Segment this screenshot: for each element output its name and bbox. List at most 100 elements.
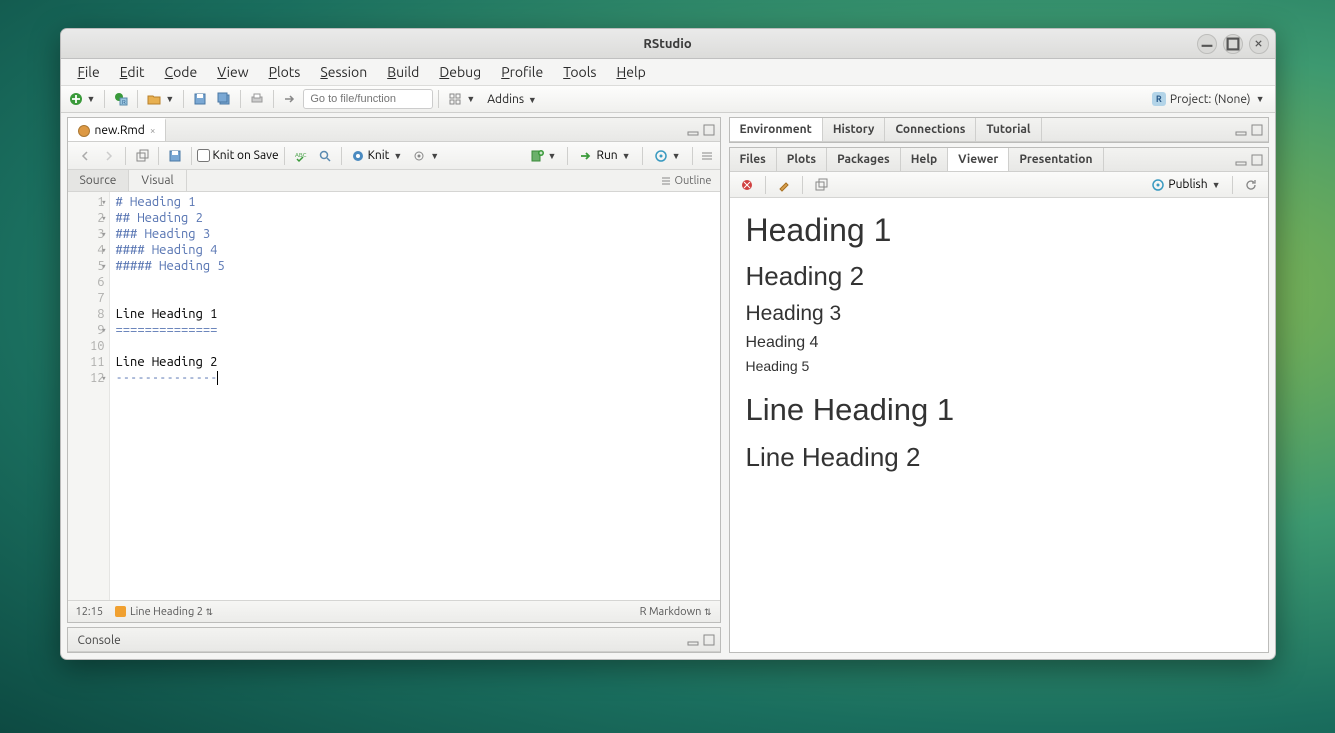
window-minimize-button[interactable]	[1197, 34, 1217, 54]
menu-view[interactable]: View	[208, 61, 257, 83]
viewer-content[interactable]: Heading 1 Heading 2 Heading 3 Heading 4 …	[730, 198, 1268, 652]
source-mode-tab[interactable]: Source	[68, 170, 130, 191]
menu-profile[interactable]: Profile	[492, 61, 552, 83]
spellcheck-button[interactable]: ABC	[290, 147, 312, 165]
code-line[interactable]: Line Heading 2	[116, 354, 714, 370]
code-line[interactable]: Line Heading 1	[116, 306, 714, 322]
tab-files[interactable]: Files	[730, 148, 777, 171]
close-tab-icon[interactable]: ×	[150, 125, 156, 136]
fold-chevron-icon[interactable]: ▾	[101, 370, 106, 386]
console-tab[interactable]: Console	[68, 628, 131, 652]
open-file-button[interactable]: ▼	[143, 88, 178, 110]
window-close-button[interactable]	[1249, 34, 1269, 54]
gutter-line: 4▾	[68, 242, 105, 258]
knit-button[interactable]: Knit ▼	[347, 147, 407, 165]
chunk-insert-icon	[530, 149, 544, 163]
fold-chevron-icon[interactable]: ▾	[101, 322, 106, 338]
publish-viewer-button[interactable]: Publish ▼	[1147, 176, 1224, 194]
menu-file[interactable]: File	[69, 61, 109, 83]
menu-session[interactable]: Session	[311, 61, 376, 83]
language-selector[interactable]: R Markdown ⇅	[640, 606, 712, 618]
show-in-new-window-button[interactable]	[131, 147, 153, 165]
run-button[interactable]: Run ▼	[575, 147, 634, 165]
section-nav[interactable]: Line Heading 2 ⇅	[130, 606, 213, 618]
tab-plots[interactable]: Plots	[777, 148, 827, 171]
menu-build[interactable]: Build	[378, 61, 428, 83]
menu-help[interactable]: Help	[607, 61, 654, 83]
fold-chevron-icon[interactable]: ▾	[101, 258, 106, 274]
find-button[interactable]	[314, 147, 336, 165]
code-line[interactable]: --------------	[116, 370, 714, 386]
pane-max-icon[interactable]	[702, 123, 716, 137]
save-all-button[interactable]	[213, 88, 235, 110]
refresh-viewer-button[interactable]	[1240, 176, 1262, 194]
pane-min-icon[interactable]	[686, 633, 700, 647]
outline-toggle-icon[interactable]	[700, 149, 714, 163]
menu-plots[interactable]: Plots	[260, 61, 310, 83]
code-line[interactable]: #### Heading 4	[116, 242, 714, 258]
code-line[interactable]	[116, 338, 714, 354]
print-button[interactable]	[246, 88, 268, 110]
source-toolbar: Knit on Save ABC Knit ▼ ▼	[68, 142, 720, 170]
outline-button[interactable]: Outline	[653, 170, 719, 191]
tab-connections[interactable]: Connections	[885, 118, 976, 141]
save-source-button[interactable]	[164, 147, 186, 165]
code-line[interactable]: # Heading 1	[116, 194, 714, 210]
code-content[interactable]: # Heading 1## Heading 2### Heading 3####…	[110, 192, 720, 600]
clear-viewer-button[interactable]	[773, 176, 795, 194]
tab-packages[interactable]: Packages	[827, 148, 901, 171]
publish-source-button[interactable]: ▼	[650, 147, 685, 165]
knit-on-save-checkbox[interactable]: Knit on Save	[197, 149, 279, 162]
fold-chevron-icon[interactable]: ▾	[101, 226, 106, 242]
popout-viewer-button[interactable]	[810, 176, 832, 194]
menu-debug[interactable]: Debug	[430, 61, 490, 83]
code-editor[interactable]: 1▾2▾3▾4▾5▾6789▾101112▾ # Heading 1## Hea…	[68, 192, 720, 600]
project-selector[interactable]: R Project: (None) ▼	[1152, 92, 1271, 106]
tab-history[interactable]: History	[823, 118, 886, 141]
code-line[interactable]	[116, 290, 714, 306]
gear-button[interactable]: ▼	[408, 147, 443, 165]
pane-min-icon[interactable]	[686, 123, 700, 137]
rendered-line-h2: Line Heading 2	[746, 442, 1252, 473]
menu-tools[interactable]: Tools	[554, 61, 605, 83]
tab-presentation[interactable]: Presentation	[1009, 148, 1103, 171]
fold-chevron-icon[interactable]: ▾	[101, 194, 106, 210]
pane-max-icon[interactable]	[1250, 153, 1264, 167]
visual-mode-tab[interactable]: Visual	[129, 170, 186, 191]
insert-chunk-button[interactable]: ▼	[526, 147, 561, 165]
gutter-line: 12▾	[68, 370, 105, 386]
code-line[interactable]: ##### Heading 5	[116, 258, 714, 274]
pane-min-icon[interactable]	[1234, 123, 1248, 137]
grid-button[interactable]: ▼	[444, 88, 479, 110]
pane-max-icon[interactable]	[702, 633, 716, 647]
menu-code[interactable]: Code	[156, 61, 207, 83]
nav-back-button[interactable]	[74, 147, 96, 165]
tab-environment[interactable]: Environment	[730, 118, 823, 141]
menu-edit[interactable]: Edit	[111, 61, 154, 83]
tab-tutorial[interactable]: Tutorial	[976, 118, 1041, 141]
remove-viewer-button[interactable]	[736, 176, 758, 194]
file-tab-new-rmd[interactable]: new.Rmd ×	[68, 118, 167, 141]
addins-menu[interactable]: Addins ▼	[487, 93, 536, 106]
window-maximize-button[interactable]	[1223, 34, 1243, 54]
new-project-button[interactable]: R	[110, 88, 132, 110]
nav-forward-button[interactable]	[98, 147, 120, 165]
code-line[interactable]: ==============	[116, 322, 714, 338]
new-file-button[interactable]: ▼	[65, 88, 100, 110]
tab-help[interactable]: Help	[901, 148, 948, 171]
goto-file-input[interactable]	[303, 89, 433, 109]
save-button[interactable]	[189, 88, 211, 110]
fold-chevron-icon[interactable]: ▾	[101, 242, 106, 258]
code-line[interactable]	[116, 274, 714, 290]
pane-min-icon[interactable]	[1234, 153, 1248, 167]
fold-chevron-icon[interactable]: ▾	[101, 210, 106, 226]
goto-forward-button[interactable]	[279, 88, 301, 110]
rendered-h3: Heading 3	[746, 302, 1252, 326]
gutter-line: 5▾	[68, 258, 105, 274]
tab-viewer[interactable]: Viewer	[948, 148, 1009, 171]
pane-max-icon[interactable]	[1250, 123, 1264, 137]
cursor-position: 12:15	[76, 606, 104, 618]
code-line[interactable]: ## Heading 2	[116, 210, 714, 226]
code-line[interactable]: ### Heading 3	[116, 226, 714, 242]
gutter-line: 8	[68, 306, 105, 322]
